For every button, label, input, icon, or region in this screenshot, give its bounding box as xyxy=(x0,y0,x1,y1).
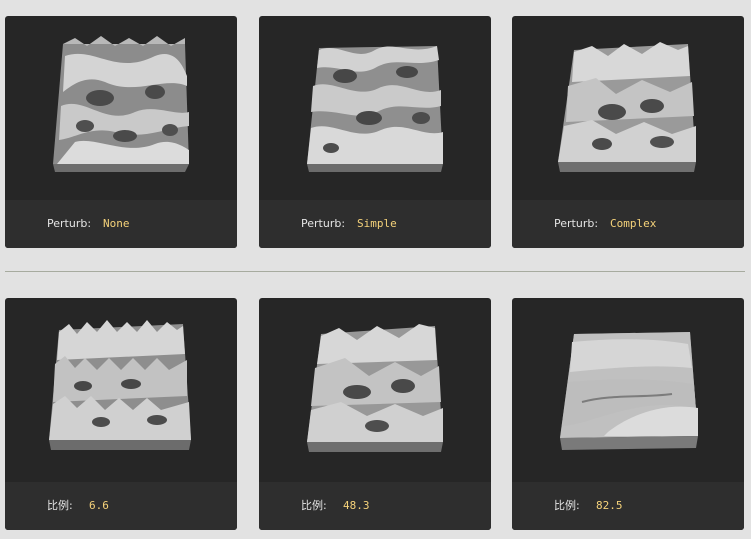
scale-value: 82.5 xyxy=(596,499,623,512)
terrain-preview-image xyxy=(512,298,744,482)
terrain-card-perturb-complex: Perturb: Complex xyxy=(512,16,744,248)
terrain-card-scale-6-6: 比例: 6.6 xyxy=(5,298,237,530)
terrain-caption: 比例: 48.3 xyxy=(259,482,491,530)
perturb-label: Perturb: xyxy=(554,217,599,230)
scale-value: 6.6 xyxy=(89,499,109,512)
perturb-label: Perturb: xyxy=(47,217,92,230)
perturb-value: None xyxy=(103,217,130,230)
terrain-card-scale-82-5: 比例: 82.5 xyxy=(512,298,744,530)
terrain-preview-image xyxy=(5,298,237,482)
scale-label: 比例: xyxy=(554,499,580,512)
terrain-card-perturb-none: Perturb: None xyxy=(5,16,237,248)
terrain-caption: Perturb: Simple xyxy=(259,200,491,248)
terrain-card-scale-48-3: 比例: 48.3 xyxy=(259,298,491,530)
perturb-value: Complex xyxy=(610,217,657,230)
terrain-caption: 比例: 82.5 xyxy=(512,482,744,530)
perturb-value: Simple xyxy=(357,217,397,230)
terrain-card-perturb-simple: Perturb: Simple xyxy=(259,16,491,248)
terrain-caption: 比例: 6.6 xyxy=(5,482,237,530)
scale-value: 48.3 xyxy=(343,499,370,512)
scale-label: 比例: xyxy=(301,499,327,512)
terrain-caption: Perturb: Complex xyxy=(512,200,744,248)
terrain-preview-image xyxy=(5,16,237,200)
terrain-preview-image xyxy=(512,16,744,200)
terrain-caption: Perturb: None xyxy=(5,200,237,248)
section-divider xyxy=(5,271,745,272)
terrain-preview-image xyxy=(259,298,491,482)
terrain-preview-image xyxy=(259,16,491,200)
perturb-label: Perturb: xyxy=(301,217,346,230)
scale-label: 比例: xyxy=(47,499,73,512)
